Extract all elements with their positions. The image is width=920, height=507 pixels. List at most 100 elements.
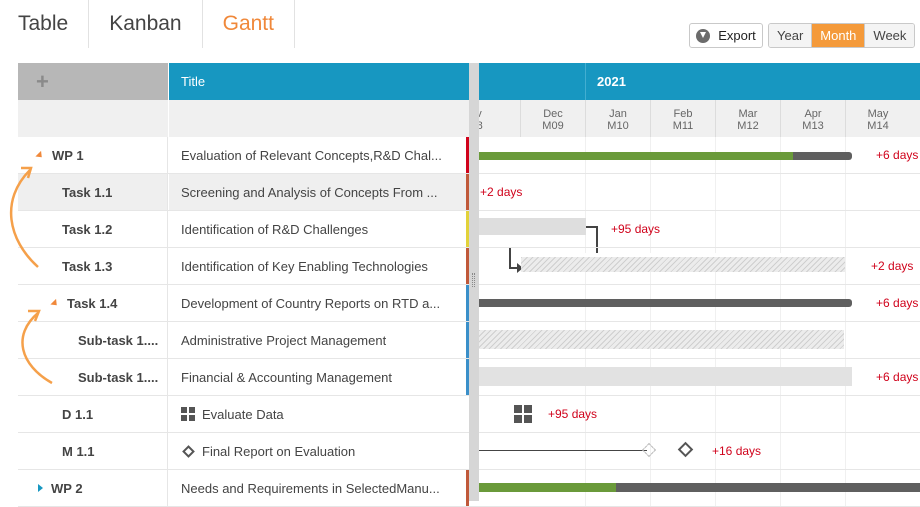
- row-id-cell: D 1.1: [18, 396, 168, 432]
- month-name: Mar: [738, 108, 758, 120]
- row-id: Task 1.4: [67, 295, 118, 311]
- month-name: May: [867, 108, 889, 120]
- milestone-icon[interactable]: [677, 441, 694, 458]
- expand-caret-icon[interactable]: [38, 484, 43, 492]
- month-column: NovM08: [479, 100, 504, 137]
- row-id-cell: Sub-task 1....: [18, 322, 168, 358]
- row-id: WP 2: [51, 480, 83, 496]
- row-id: WP 1: [52, 147, 84, 163]
- row-title-cell: Financial & Accounting Management: [169, 359, 469, 395]
- title-subheader: [169, 100, 469, 137]
- row-title: Financial & Accounting Management: [181, 369, 393, 385]
- export-button[interactable]: Export: [689, 23, 763, 48]
- month-code: M10: [607, 120, 629, 132]
- timeline-cell: +2 days: [479, 174, 920, 210]
- month-code: M11: [672, 120, 694, 132]
- remaining-bar[interactable]: [616, 483, 920, 492]
- dependency-line: [596, 226, 598, 247]
- month-column: Dec M09: [520, 100, 585, 137]
- baseline-bar[interactable]: [521, 253, 845, 272]
- tab-table[interactable]: Table: [0, 0, 90, 48]
- year-label: 2021: [597, 74, 626, 89]
- month-code: M12: [737, 120, 759, 132]
- row-id-cell: M 1.1: [18, 433, 168, 469]
- row-title-cell: Administrative Project Management: [169, 322, 469, 358]
- row-title: Needs and Requirements in SelectedManu..…: [181, 480, 440, 496]
- collapse-caret-icon[interactable]: [50, 298, 60, 308]
- delay-label: +6 days: [876, 148, 919, 162]
- timeline-cell: +16 days: [479, 433, 920, 469]
- month-code: M13: [802, 120, 824, 132]
- task-bar[interactable]: [479, 218, 586, 235]
- timeline-cell: +95 days: [479, 211, 920, 247]
- row-id-cell: Task 1.1: [18, 174, 168, 210]
- splitter-grip-icon[interactable]: [472, 273, 475, 287]
- month-code: M14: [867, 120, 889, 132]
- timeline-cell: [479, 322, 920, 358]
- scale-year-button[interactable]: Year: [769, 24, 812, 47]
- tab-gantt[interactable]: Gantt: [203, 0, 295, 48]
- row-title: Final Report on Evaluation: [202, 443, 356, 459]
- summary-bar[interactable]: [479, 299, 852, 307]
- progress-bar[interactable]: [479, 152, 793, 160]
- month-code: M08: [479, 120, 483, 132]
- title-column-header[interactable]: Title: [169, 63, 469, 100]
- row-id-cell: WP 1: [18, 137, 168, 173]
- month-column: May M14: [845, 100, 910, 137]
- download-icon: [696, 28, 711, 43]
- baseline-bar[interactable]: [479, 330, 844, 349]
- gantt-grid: + Title 2021 NovM08 DecM09 JanM10 FebM11…: [18, 63, 920, 507]
- row-title: Screening and Analysis of Concepts From …: [181, 184, 438, 200]
- month-column: Mar M12: [715, 100, 780, 137]
- row-title: Identification of Key Enabling Technolog…: [181, 258, 428, 274]
- row-id: Sub-task 1....: [78, 332, 159, 348]
- remaining-bar[interactable]: [793, 152, 852, 160]
- month-name: Feb: [673, 108, 693, 120]
- timeline-year-header: 2021: [479, 63, 920, 100]
- row-title: Identification of R&D Challenges: [181, 221, 369, 237]
- add-row-button[interactable]: +: [18, 63, 168, 100]
- row-id: D 1.1: [62, 406, 94, 422]
- row-title: Evaluation of Relevant Concepts,R&D Chal…: [181, 147, 442, 163]
- timeline-cell: +6 days: [479, 137, 920, 173]
- view-tabs: Table Kanban Gantt: [0, 0, 295, 48]
- milestone-icon: [182, 444, 195, 458]
- delay-label: +6 days: [876, 296, 919, 310]
- row-title-cell: Final Report on Evaluation: [169, 433, 469, 469]
- row-title: Administrative Project Management: [181, 332, 387, 348]
- delay-label: +2 days: [871, 259, 914, 273]
- month-code: M09: [542, 120, 564, 132]
- row-id: Task 1.1: [62, 184, 113, 200]
- timeline-cell: +6 days: [479, 285, 920, 321]
- delay-label: +95 days: [548, 407, 598, 421]
- row-title: Development of Country Reports on RTD a.…: [181, 295, 441, 311]
- delay-label: +16 days: [712, 444, 762, 458]
- month-name: Jan: [609, 108, 627, 120]
- month-name: Apr: [804, 108, 822, 120]
- timeline-cell: +6 days: [479, 359, 920, 395]
- row-id-cell: Task 1.2: [18, 211, 168, 247]
- row-title-cell: Identification of Key Enabling Technolog…: [169, 248, 469, 284]
- timeline-month-header: NovM08 DecM09 JanM10 FebM11 MarM12 AprM1…: [479, 100, 920, 137]
- row-id: M 1.1: [62, 443, 95, 459]
- collapse-caret-icon[interactable]: [35, 150, 45, 160]
- tab-kanban[interactable]: Kanban: [89, 0, 203, 48]
- row-title-cell: Evaluate Data: [169, 396, 469, 432]
- row-id: Sub-task 1....: [78, 369, 159, 385]
- row-id-cell: Sub-task 1....: [18, 359, 168, 395]
- month-column: Feb M11: [650, 100, 715, 137]
- delay-label: +6 days: [876, 370, 919, 384]
- pane-splitter[interactable]: [469, 63, 479, 501]
- scale-week-button[interactable]: Week: [864, 24, 915, 47]
- progress-bar[interactable]: [479, 483, 616, 492]
- scale-month-button[interactable]: Month: [811, 24, 865, 47]
- timeline-cell: +2 days: [479, 248, 920, 284]
- baseline-milestone-icon: [641, 442, 657, 458]
- time-scale-switch: Year Month Week: [768, 23, 916, 48]
- task-bar[interactable]: [479, 367, 852, 386]
- month-column: Apr M13: [780, 100, 845, 137]
- deliverable-icon[interactable]: [514, 405, 532, 423]
- row-title-cell: Development of Country Reports on RTD a.…: [169, 285, 469, 321]
- dependency-line: [509, 248, 511, 268]
- delay-label: +95 days: [611, 222, 661, 236]
